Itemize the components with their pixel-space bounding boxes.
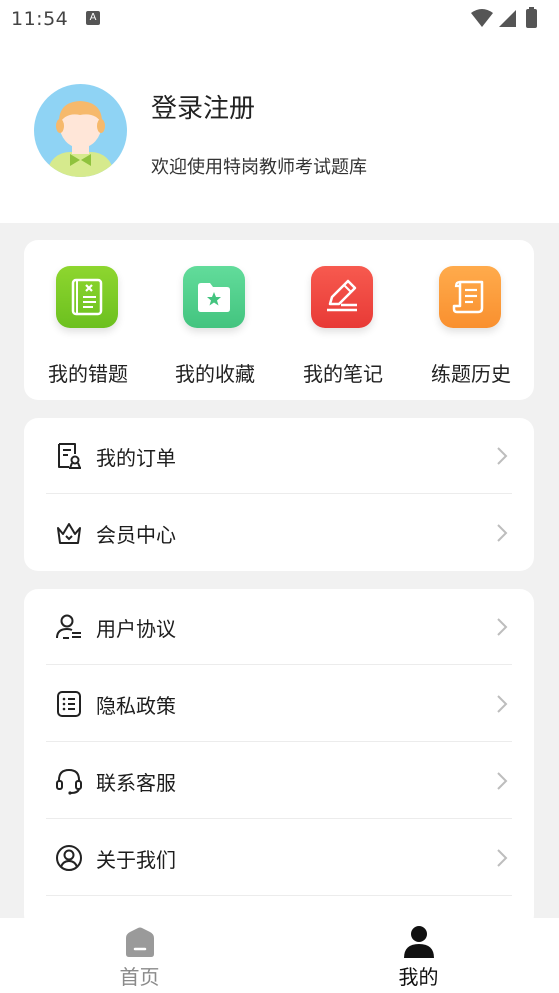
quick-actions-card: 我的错题 我的收藏 我的笔记 练题历史 xyxy=(24,240,534,400)
user-agreement-icon xyxy=(56,614,81,639)
menu-item-user-agreement[interactable]: 用户协议 xyxy=(46,589,512,665)
status-bar: 11:54 A xyxy=(0,0,559,40)
notes-pen-icon xyxy=(311,266,373,328)
menu-item-about-us[interactable]: 关于我们 xyxy=(46,820,512,896)
divider xyxy=(46,741,512,742)
quick-label-history: 练题历史 xyxy=(431,362,511,386)
quick-history[interactable]: 练题历史 xyxy=(407,240,535,400)
quick-notes[interactable]: 我的笔记 xyxy=(279,240,407,400)
profile-header: 登录注册 欢迎使用特岗教师考试题库 xyxy=(0,40,559,223)
menu-label-member: 会员中心 xyxy=(96,523,176,547)
home-icon xyxy=(126,927,154,957)
menu-group-orders: 我的订单 会员中心 xyxy=(24,418,534,571)
headset-icon xyxy=(56,768,82,795)
menu-group-info: 用户协议 隐私政策 联系客服 关于我们 xyxy=(24,589,534,929)
notification-a-icon: A xyxy=(86,11,100,25)
menu-label-about: 关于我们 xyxy=(96,848,176,872)
crown-icon xyxy=(57,523,81,544)
menu-item-privacy-policy[interactable]: 隐私政策 xyxy=(46,666,512,742)
tab-mine[interactable]: 我的 xyxy=(279,918,558,993)
bottom-tab-bar: 首页 我的 xyxy=(0,918,559,993)
menu-label-orders: 我的订单 xyxy=(96,446,176,470)
favorites-folder-icon xyxy=(183,266,245,328)
quick-label-favorites: 我的收藏 xyxy=(175,362,255,386)
login-register-title[interactable]: 登录注册 xyxy=(151,88,255,125)
menu-label-service: 联系客服 xyxy=(96,771,176,795)
quick-wrong-questions[interactable]: 我的错题 xyxy=(24,240,152,400)
wrong-questions-icon xyxy=(56,266,118,328)
quick-label-notes: 我的笔记 xyxy=(303,362,383,386)
menu-label-privacy: 隐私政策 xyxy=(96,694,176,718)
quick-favorites[interactable]: 我的收藏 xyxy=(151,240,279,400)
chevron-right-icon xyxy=(497,772,508,790)
divider xyxy=(46,493,512,494)
chevron-right-icon xyxy=(497,447,508,465)
chevron-right-icon xyxy=(497,524,508,542)
menu-item-member-center[interactable]: 会员中心 xyxy=(46,495,512,571)
divider xyxy=(46,664,512,665)
welcome-subtitle: 欢迎使用特岗教师考试题库 xyxy=(151,157,367,178)
chevron-right-icon xyxy=(497,695,508,713)
about-user-icon xyxy=(56,845,82,871)
tab-label-home: 首页 xyxy=(119,965,160,989)
chevron-right-icon xyxy=(497,618,508,636)
menu-item-my-orders[interactable]: 我的订单 xyxy=(46,418,512,494)
tab-home[interactable]: 首页 xyxy=(0,918,279,993)
status-time: 11:54 xyxy=(11,8,69,30)
order-receipt-icon xyxy=(58,443,81,469)
divider xyxy=(46,818,512,819)
chevron-right-icon xyxy=(497,849,508,867)
menu-label-agreement: 用户协议 xyxy=(96,617,176,641)
quick-label-wrong: 我的错题 xyxy=(48,362,128,386)
history-scroll-icon xyxy=(439,266,501,328)
menu-item-customer-service[interactable]: 联系客服 xyxy=(46,743,512,819)
tab-label-mine: 我的 xyxy=(398,965,439,989)
avatar[interactable] xyxy=(34,84,127,177)
profile-icon xyxy=(404,926,434,958)
divider xyxy=(46,895,512,896)
privacy-list-icon xyxy=(57,691,81,717)
signal-battery-icons xyxy=(471,7,537,28)
